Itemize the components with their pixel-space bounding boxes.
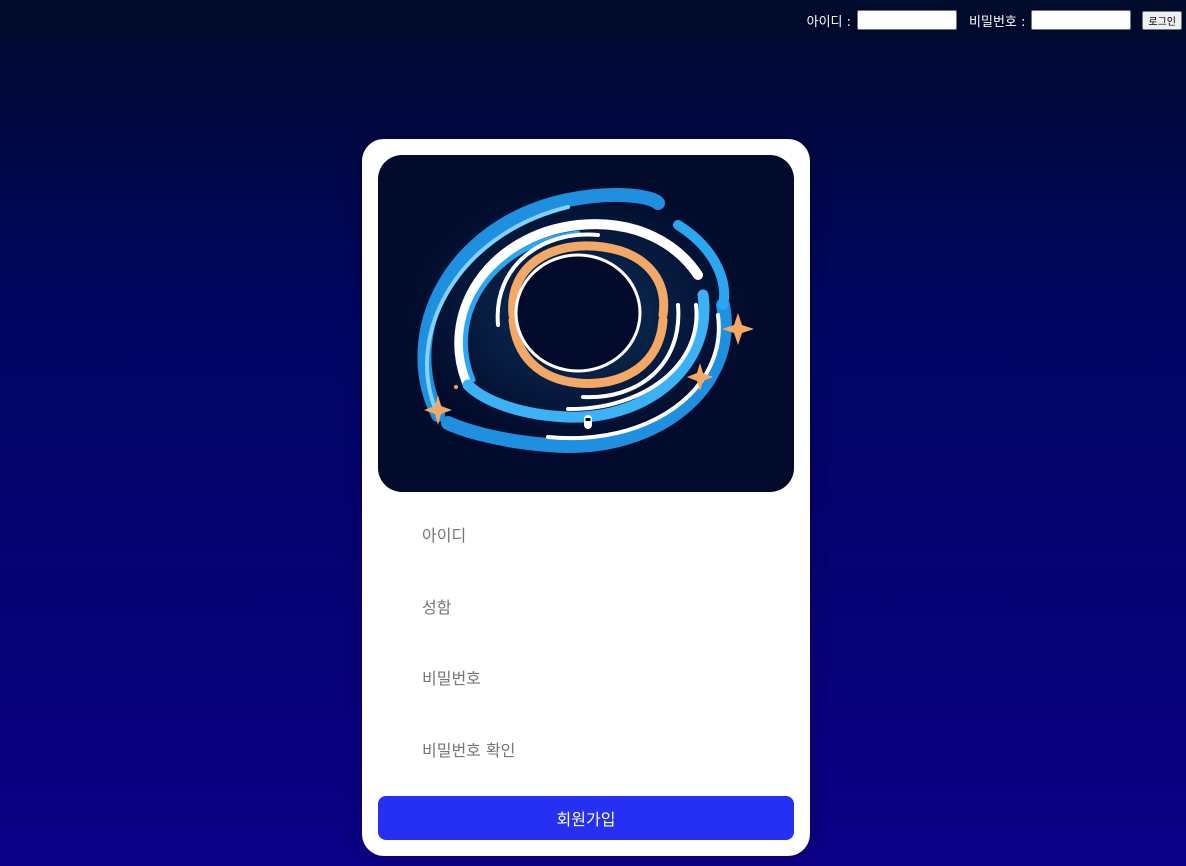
signup-button[interactable]: 회원가입 bbox=[378, 796, 794, 840]
signup-id-input[interactable] bbox=[422, 517, 762, 553]
password-label: 비밀번호 : bbox=[969, 14, 1026, 30]
signup-password-input[interactable] bbox=[422, 660, 762, 696]
id-label: 아이디 : bbox=[806, 14, 852, 30]
login-button[interactable]: 로그인 bbox=[1142, 10, 1182, 30]
signup-card: 회원가입 bbox=[362, 139, 810, 856]
signup-name-input[interactable] bbox=[422, 589, 762, 625]
top-bar: 아이디 : 비밀번호 : 로그인 bbox=[0, 0, 1186, 38]
signup-password-confirm-input[interactable] bbox=[422, 732, 762, 768]
black-hole-image bbox=[378, 155, 794, 492]
login-password-input[interactable] bbox=[1031, 10, 1132, 30]
login-id-input[interactable] bbox=[857, 10, 958, 30]
login-form: 아이디 : 비밀번호 : 로그인 bbox=[807, 10, 1182, 30]
